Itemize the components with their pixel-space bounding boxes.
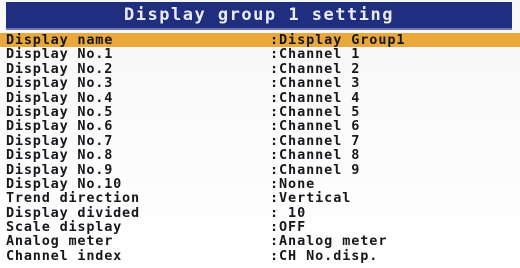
setting-row-display-no-4[interactable]: Display No.4 :Channel 4	[0, 89, 520, 106]
setting-label: Display name	[6, 32, 114, 48]
settings-list: Display name :Display Group1 Display No.…	[0, 33, 520, 268]
setting-value: :Channel 9	[270, 161, 361, 178]
setting-label: Display No.10	[6, 175, 123, 192]
setting-value: :Channel 6	[270, 118, 361, 135]
setting-value: :OFF	[270, 219, 307, 236]
screen-title: Display group 1 setting	[124, 5, 394, 25]
setting-label: Display No.5	[6, 103, 114, 120]
setting-label: Channel index	[6, 247, 123, 264]
setting-value: :Channel 3	[270, 75, 361, 92]
setting-value: :Channel 1	[270, 46, 361, 63]
setting-value: : 10	[270, 204, 307, 221]
setting-value: :Vertical	[270, 190, 352, 207]
setting-value: :Channel 7	[270, 132, 361, 149]
setting-label: Display divided	[6, 204, 140, 221]
title-bar: Display group 1 setting	[6, 2, 512, 30]
setting-value: :None	[270, 175, 316, 192]
setting-value: :Channel 4	[270, 89, 361, 106]
setting-row-display-name[interactable]: Display name :Display Group1	[0, 33, 520, 47]
setting-label: Display No.2	[6, 60, 114, 77]
setting-row-display-no-2[interactable]: Display No.2 :Channel 2	[0, 60, 520, 77]
setting-value: :Display Group1	[270, 32, 406, 48]
setting-label: Display No.6	[6, 118, 114, 135]
setting-label: Display No.9	[6, 161, 114, 178]
setting-row-display-divided[interactable]: Display divided : 10	[0, 204, 520, 221]
setting-row-display-no-9[interactable]: Display No.9 :Channel 9	[0, 161, 520, 178]
settings-screen: Display group 1 setting Display name :Di…	[0, 0, 520, 268]
setting-value: :Channel 2	[270, 60, 361, 77]
setting-label: Trend direction	[6, 190, 140, 207]
setting-row-display-no-8[interactable]: Display No.8 :Channel 8	[0, 147, 520, 164]
setting-label: Display No.8	[6, 147, 114, 164]
setting-row-display-no-6[interactable]: Display No.6 :Channel 6	[0, 118, 520, 135]
setting-value: :Channel 5	[270, 103, 361, 120]
setting-row-display-no-1[interactable]: Display No.1 :Channel 1	[0, 46, 520, 63]
setting-value: :Analog meter	[270, 233, 388, 250]
setting-label: Display No.3	[6, 75, 114, 92]
setting-row-trend-direction[interactable]: Trend direction :Vertical	[0, 190, 520, 207]
setting-row-display-no-3[interactable]: Display No.3 :Channel 3	[0, 75, 520, 92]
setting-row-channel-index[interactable]: Channel index :CH No.disp.	[0, 247, 520, 264]
setting-row-scale-display[interactable]: Scale display :OFF	[0, 219, 520, 236]
setting-row-analog-meter[interactable]: Analog meter :Analog meter	[0, 233, 520, 250]
setting-label: Display No.7	[6, 132, 114, 149]
setting-value: :CH No.disp.	[270, 247, 379, 264]
setting-row-display-no-10[interactable]: Display No.10 :None	[0, 175, 520, 192]
setting-label: Analog meter	[6, 233, 114, 250]
setting-label: Display No.4	[6, 89, 114, 106]
setting-row-display-no-7[interactable]: Display No.7 :Channel 7	[0, 132, 520, 149]
setting-label: Scale display	[6, 219, 123, 236]
setting-value: :Channel 8	[270, 147, 361, 164]
setting-row-display-no-5[interactable]: Display No.5 :Channel 5	[0, 103, 520, 120]
setting-label: Display No.1	[6, 46, 114, 63]
